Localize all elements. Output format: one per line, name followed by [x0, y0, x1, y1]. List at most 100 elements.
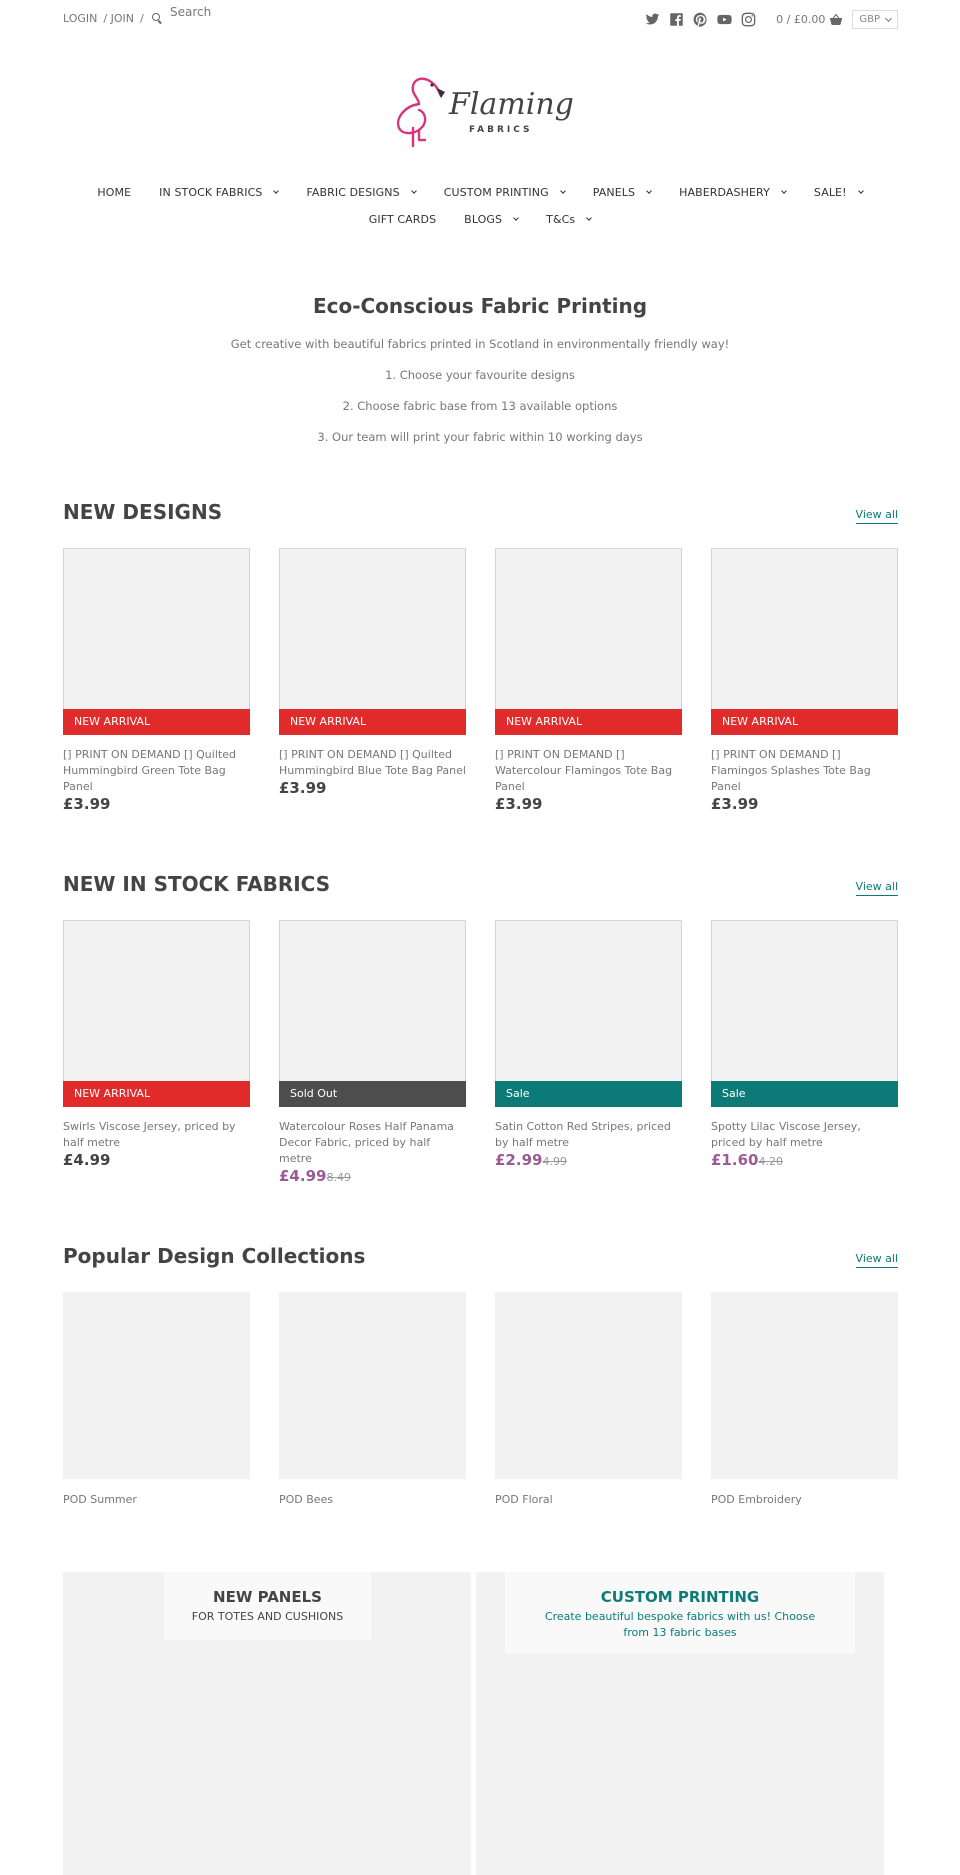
promo-custom-printing-title: CUSTOM PRINTING — [600, 1588, 760, 1606]
chevron-down-icon — [513, 214, 519, 221]
nav-item-sale[interactable]: SALE! — [814, 186, 864, 199]
nav-item-tcs[interactable]: T&Cs — [546, 213, 593, 226]
product-title[interactable]: Swirls Viscose Jersey, priced by half me… — [63, 1119, 250, 1151]
collection-image[interactable] — [495, 1292, 682, 1479]
twitter-icon[interactable] — [645, 12, 660, 27]
facebook-icon[interactable] — [669, 12, 684, 27]
collection-image[interactable] — [63, 1292, 250, 1479]
cart-total: 0 / £0.00 — [776, 13, 826, 26]
product-title[interactable]: Spotty Lilac Viscose Jersey, priced by h… — [711, 1119, 898, 1151]
product-card[interactable]: NEW ARRIVAL [] PRINT ON DEMAND [] Waterc… — [495, 548, 682, 813]
product-title[interactable]: [] PRINT ON DEMAND [] Watercolour Flamin… — [495, 747, 682, 795]
product-title[interactable]: [] PRINT ON DEMAND [] Quilted Hummingbir… — [63, 747, 250, 795]
nav-item-custom-printing[interactable]: CUSTOM PRINTING — [444, 186, 566, 199]
nav-item-gift-cards[interactable]: GIFT CARDS — [369, 213, 436, 226]
account-links: LOGIN / JOIN / — [63, 12, 169, 25]
collection-image[interactable] — [711, 1292, 898, 1479]
product-card[interactable]: Sold Out Watercolour Roses Half Panama D… — [279, 920, 466, 1185]
collection-card[interactable]: POD Embroidery — [711, 1292, 898, 1506]
sale-badge: Sale — [495, 1081, 682, 1107]
new-arrival-badge: NEW ARRIVAL — [63, 709, 250, 735]
nav-row-1: HOME IN STOCK FABRICS FABRIC DESIGNS CUS… — [0, 184, 960, 200]
youtube-icon[interactable] — [717, 12, 732, 27]
separator: / — [139, 12, 144, 25]
product-image[interactable]: NEW ARRIVAL — [711, 548, 898, 735]
top-bar-right: 0 / £0.00 GBP — [636, 10, 898, 29]
product-card[interactable]: Sale Satin Cotton Red Stripes, priced by… — [495, 920, 682, 1169]
collection-card[interactable]: POD Floral — [495, 1292, 682, 1506]
product-image[interactable]: Sold Out — [279, 920, 466, 1107]
sale-price: £1.60 — [711, 1151, 759, 1169]
product-card[interactable]: NEW ARRIVAL Swirls Viscose Jersey, price… — [63, 920, 250, 1169]
collection-card[interactable]: POD Summer — [63, 1292, 250, 1506]
view-all-collections[interactable]: View all — [855, 1252, 898, 1268]
nav-item-home[interactable]: HOME — [97, 186, 131, 199]
currency-select[interactable]: GBP — [852, 10, 898, 29]
product-card[interactable]: NEW ARRIVAL [] PRINT ON DEMAND [] Quilte… — [63, 548, 250, 813]
new-arrival-badge: NEW ARRIVAL — [495, 709, 682, 735]
product-price: £3.99 — [711, 795, 759, 813]
product-price: £4.998.49 — [279, 1167, 466, 1185]
collection-label[interactable]: POD Bees — [279, 1493, 466, 1506]
chevron-down-icon — [273, 187, 280, 194]
instagram-icon[interactable] — [741, 12, 756, 27]
promo-new-panels[interactable]: NEW PANELS FOR TOTES AND CUSHIONS — [63, 1572, 471, 1875]
product-price: £4.99 — [63, 1151, 111, 1169]
chevron-down-icon — [781, 187, 787, 194]
logo-wordmark: Flamingo — [448, 87, 575, 122]
promo-custom-printing[interactable]: CUSTOM PRINTING Create beautiful bespoke… — [476, 1572, 884, 1875]
original-price: 8.49 — [326, 1171, 351, 1184]
product-price: £1.604.20 — [711, 1151, 898, 1169]
product-title[interactable]: [] PRINT ON DEMAND [] Flamingos Splashes… — [711, 747, 898, 795]
view-all-new-in-stock[interactable]: View all — [855, 880, 898, 896]
intro-title: Eco-Conscious Fabric Printing — [312, 294, 648, 318]
new-arrival-badge: NEW ARRIVAL — [279, 709, 466, 735]
cart-link[interactable]: 0 / £0.00 — [776, 13, 843, 26]
product-card[interactable]: NEW ARRIVAL [] PRINT ON DEMAND [] Quilte… — [279, 548, 466, 797]
product-image[interactable]: Sale — [495, 920, 682, 1107]
search-input[interactable]: Search — [170, 5, 211, 19]
nav-item-blogs[interactable]: BLOGS — [464, 213, 519, 226]
product-image[interactable]: Sale — [711, 920, 898, 1107]
nav-item-in-stock-fabrics[interactable]: IN STOCK FABRICS — [159, 186, 280, 199]
chevron-down-icon — [586, 214, 593, 221]
product-card[interactable]: NEW ARRIVAL [] PRINT ON DEMAND [] Flamin… — [711, 548, 898, 813]
view-all-new-designs[interactable]: View all — [855, 508, 898, 524]
collection-label[interactable]: POD Embroidery — [711, 1493, 898, 1506]
flamingo-fabrics-logo[interactable]: Flamingo FABRICS — [385, 70, 575, 155]
chevron-down-icon — [884, 14, 893, 22]
product-image[interactable]: NEW ARRIVAL — [63, 920, 250, 1107]
pinterest-icon[interactable] — [693, 12, 708, 27]
product-image[interactable]: NEW ARRIVAL — [495, 548, 682, 735]
sale-price: £4.99 — [279, 1167, 327, 1185]
chevron-down-icon — [646, 187, 652, 194]
collection-label[interactable]: POD Summer — [63, 1493, 250, 1506]
collection-image[interactable] — [279, 1292, 466, 1479]
sale-badge: Sale — [711, 1081, 898, 1107]
product-title[interactable]: Watercolour Roses Half Panama Decor Fabr… — [279, 1119, 466, 1167]
collection-label[interactable]: POD Floral — [495, 1493, 682, 1506]
login-link[interactable]: LOGIN — [63, 12, 97, 25]
collection-grid: POD Summer POD Bees POD Floral POD Embro… — [63, 1292, 898, 1592]
top-bar: LOGIN / JOIN / Search 0 / £0.00 GBP — [63, 5, 898, 32]
social-links — [636, 12, 756, 27]
collection-card[interactable]: POD Bees — [279, 1292, 466, 1506]
nav-item-fabric-designs[interactable]: FABRIC DESIGNS — [306, 186, 417, 199]
product-title[interactable]: Satin Cotton Red Stripes, priced by half… — [495, 1119, 682, 1151]
promo-custom-printing-caption: CUSTOM PRINTING Create beautiful bespoke… — [505, 1572, 855, 1654]
intro-step-3: 3. Our team will print your fabric withi… — [317, 430, 643, 444]
join-link[interactable]: / JOIN — [103, 12, 134, 25]
product-title[interactable]: [] PRINT ON DEMAND [] Quilted Hummingbir… — [279, 747, 466, 779]
product-grid-new-in-stock: NEW ARRIVAL Swirls Viscose Jersey, price… — [63, 920, 898, 1220]
product-image[interactable]: NEW ARRIVAL — [63, 548, 250, 735]
nav-item-panels[interactable]: PANELS — [593, 186, 652, 199]
search-icon[interactable] — [151, 13, 163, 24]
section-title-collections: Popular Design Collections — [63, 1244, 366, 1268]
product-price: £3.99 — [279, 779, 327, 797]
promo-custom-printing-subtitle: Create beautiful bespoke fabrics with us… — [544, 1610, 816, 1639]
nav-item-haberdashery[interactable]: HABERDASHERY — [679, 186, 787, 199]
product-image[interactable]: NEW ARRIVAL — [279, 548, 466, 735]
intro-step-2: 2. Choose fabric base from 13 available … — [342, 399, 618, 413]
chevron-down-icon — [559, 187, 566, 194]
product-card[interactable]: Sale Spotty Lilac Viscose Jersey, priced… — [711, 920, 898, 1169]
